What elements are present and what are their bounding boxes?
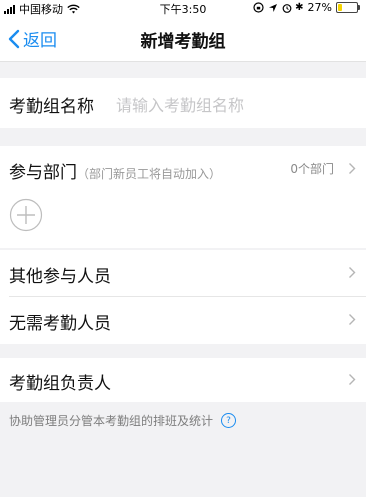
chevron-right-icon [349,314,356,325]
people-section: 其他参与人员 无需考勤人员 [0,250,366,344]
status-bar: 中国移动 下午3:50 ✱ 27% [0,0,366,16]
departments-label: 参与部门（部门新员工将自动加入） [9,158,221,183]
departments-section: 参与部门（部门新员工将自动加入） 0个部门 [0,146,366,248]
chevron-right-icon [349,163,356,174]
no-attendance-row[interactable]: 无需考勤人员 [0,297,366,343]
group-name-input[interactable]: 请输入考勤组名称 [116,92,244,116]
group-name-row[interactable]: 考勤组名称 请输入考勤组名称 [0,78,366,128]
page-title: 新增考勤组 [140,32,226,52]
battery-icon [336,2,360,13]
group-name-label: 考勤组名称 [9,97,94,117]
alarm-icon [282,3,292,13]
other-participants-label: 其他参与人员 [9,267,111,287]
status-right: ✱ 27% [253,1,360,14]
owner-footnote: 协助管理员分管本考勤组的排班及统计 ? [9,412,237,429]
help-icon[interactable]: ? [221,413,237,428]
location-icon [269,3,278,12]
rotation-lock-icon [253,2,264,13]
departments-title: 参与部门 [9,163,77,183]
chevron-right-icon [349,374,356,385]
bluetooth-icon: ✱ [295,2,304,13]
battery-percent: 27% [307,1,332,14]
owner-footnote-text: 协助管理员分管本考勤组的排班及统计 [9,414,214,428]
owner-label: 考勤组负责人 [9,374,111,394]
chevron-right-icon [349,267,356,278]
other-participants-row[interactable]: 其他参与人员 [0,250,366,296]
navigation-bar: 返回 新增考勤组 [0,16,366,62]
departments-count: 0个部门 [290,162,334,176]
departments-hint: （部门新员工将自动加入） [77,167,222,181]
no-attendance-label: 无需考勤人员 [9,314,111,334]
owner-row[interactable]: 考勤组负责人 [0,358,366,402]
departments-row[interactable]: 参与部门（部门新员工将自动加入） 0个部门 [0,146,366,190]
add-department-button[interactable] [9,198,43,232]
